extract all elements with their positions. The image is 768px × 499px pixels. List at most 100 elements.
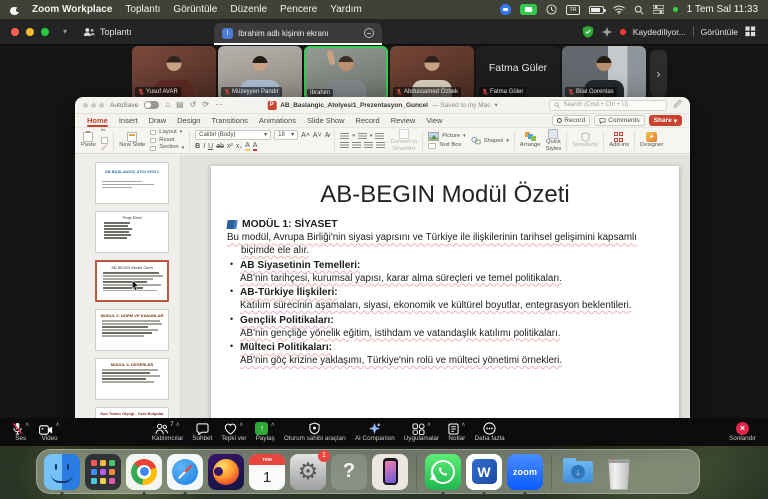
font-select[interactable]: Calibri (Body)▾ xyxy=(195,130,271,140)
ai-companion-icon[interactable] xyxy=(601,26,613,38)
camera-active-icon[interactable] xyxy=(520,4,537,15)
new-slide-button[interactable]: New Slide xyxy=(119,132,145,149)
justify-button[interactable] xyxy=(376,142,385,149)
notes-button[interactable]: ∧ Notlar xyxy=(448,422,465,442)
missing-app-dock-icon[interactable]: ? xyxy=(331,454,367,490)
saved-status[interactable]: — Saved to my Mac xyxy=(432,102,491,109)
home-icon[interactable]: ⌂ xyxy=(165,101,170,109)
autosave-toggle[interactable] xyxy=(144,101,159,109)
clear-format-button[interactable]: A̷ xyxy=(325,132,330,139)
bullet-list-button[interactable] xyxy=(340,133,349,140)
video-button[interactable]: ∧ Video xyxy=(39,422,59,442)
ppt-window-controls[interactable] xyxy=(83,103,104,108)
recording-label[interactable]: Kaydediliyor... xyxy=(633,27,686,37)
slide-thumbnail-3-selected[interactable]: 3 AB BEGIN Modül Özeti xyxy=(95,260,169,302)
current-slide[interactable]: AB-BEGIN Modül Özeti MODÜL 1: SİYASET Bu… xyxy=(211,166,679,429)
tab-draw[interactable]: Draw xyxy=(149,116,167,125)
document-title[interactable]: AB_Baslangic_Atolyesi1_Prezentasyon_Gunc… xyxy=(280,102,428,109)
share-screen-button[interactable]: ↑∧ Paylaş xyxy=(255,422,274,442)
underline-button[interactable]: U xyxy=(208,143,213,150)
clipboard-tools[interactable]: ✂🖌 xyxy=(101,129,108,152)
menu-toplanti[interactable]: Toplantı xyxy=(125,4,160,15)
comments-button[interactable]: Comments xyxy=(594,115,644,126)
chrome-dock-icon[interactable] xyxy=(126,454,162,490)
chat-button[interactable]: Sohbet xyxy=(192,422,212,442)
picture-button[interactable]: Picture▾ xyxy=(428,132,466,141)
menu-duzenle[interactable]: Düzenle xyxy=(230,4,267,15)
next-participants-arrow[interactable]: › xyxy=(650,50,667,97)
arrange-button[interactable]: Arrange xyxy=(520,132,541,149)
grow-font-button[interactable]: A˄ xyxy=(301,132,310,139)
shrink-font-button[interactable]: A˅ xyxy=(313,132,322,139)
control-center-icon[interactable] xyxy=(653,5,664,14)
bold-button[interactable]: B xyxy=(195,143,200,150)
view-grid-icon[interactable] xyxy=(745,26,756,37)
menu-pencere[interactable]: Pencere xyxy=(280,4,317,15)
participant-tile[interactable]: Müzeyyen Pandır xyxy=(218,46,302,100)
highlight-button[interactable]: A xyxy=(245,142,250,151)
participant-tile[interactable]: Bilal Gorentas xyxy=(562,46,646,100)
chevron-down-icon[interactable]: ▾ xyxy=(495,101,498,109)
align-left-button[interactable] xyxy=(340,142,349,149)
share-button[interactable]: Share▾ xyxy=(649,115,682,126)
screen-share-tab[interactable]: I Ibrahim adlı kişinin ekranı xyxy=(214,23,382,45)
tab-review[interactable]: Review xyxy=(391,116,416,125)
tab-design[interactable]: Design xyxy=(177,116,200,125)
menu-app-name[interactable]: Zoom Workplace xyxy=(32,4,112,15)
chevron-down-icon[interactable]: ▾ xyxy=(63,27,67,36)
minimize-window-button[interactable] xyxy=(26,28,34,36)
apps-button[interactable]: ∧ Uygulamalar xyxy=(404,422,439,442)
reset-button[interactable]: Reset xyxy=(150,138,184,144)
record-button[interactable]: Record xyxy=(552,115,590,126)
search-input[interactable]: Search (Cmd + Ctrl + U) xyxy=(549,100,667,111)
share-doc-icon[interactable]: 🖉 xyxy=(673,101,682,109)
align-center-button[interactable] xyxy=(352,142,361,149)
tab-home[interactable]: Home xyxy=(87,116,108,125)
slide-thumbnail-4[interactable]: 4 MODÜL 2: NORM VE KANUNLAR xyxy=(95,309,169,351)
tab-animations[interactable]: Animations xyxy=(259,116,296,125)
word-dock-icon[interactable]: W xyxy=(466,454,502,490)
downloads-dock-icon[interactable]: ↓ xyxy=(560,454,596,490)
end-meeting-button[interactable]: × Sonlandır xyxy=(729,422,756,442)
zoom-dock-icon[interactable]: zoom xyxy=(507,454,543,490)
battery-icon[interactable] xyxy=(589,6,604,14)
slide-thumbnail-1[interactable]: 1 AB BAŞLANGIÇ ATÖLYESİ 1 xyxy=(95,162,169,204)
tab-record[interactable]: Record xyxy=(356,116,380,125)
more-button[interactable]: Daha fazla xyxy=(475,422,505,442)
keyboard-layout-icon[interactable]: TR xyxy=(566,5,579,15)
textbox-button[interactable]: Text Box xyxy=(428,143,466,149)
italic-button[interactable]: I xyxy=(203,143,205,150)
subscript-button[interactable]: x₂ xyxy=(236,143,242,150)
ai-companion-button[interactable]: AI Companion xyxy=(355,422,395,442)
menu-yardim[interactable]: Yardım xyxy=(330,4,362,15)
section-button[interactable]: Section▾ xyxy=(150,145,184,151)
zoom-window-menu-label[interactable]: Toplantı xyxy=(100,27,132,37)
designer-button[interactable]: ✦Designer xyxy=(640,132,663,149)
superscript-button[interactable]: x² xyxy=(227,143,233,150)
save-icon[interactable]: ▤ xyxy=(176,101,184,109)
clock-menu-icon[interactable] xyxy=(546,4,557,15)
calendar-dock-icon[interactable]: TEM1 xyxy=(249,454,285,490)
participant-tile[interactable]: Yusuf AVAR xyxy=(132,46,216,100)
numbered-list-button[interactable] xyxy=(358,133,367,140)
zoom-menubar-icon[interactable] xyxy=(500,4,511,15)
align-right-button[interactable] xyxy=(364,142,373,149)
launchpad-dock-icon[interactable] xyxy=(85,454,121,490)
participant-tile-active-speaker[interactable]: Ibrahim xyxy=(304,46,388,100)
paste-button[interactable]: Paste xyxy=(81,132,96,149)
firefox-dock-icon[interactable] xyxy=(208,454,244,490)
participants-button[interactable]: 7 ∧ Katılımcılar xyxy=(152,422,184,442)
quick-styles-button[interactable]: QuickStyles xyxy=(545,129,561,153)
redo-icon[interactable]: ⟳ xyxy=(202,101,209,109)
sensitivity-button[interactable]: Sensitivity xyxy=(572,132,598,149)
menu-goruntule[interactable]: Görüntüle xyxy=(173,4,217,15)
host-tools-button[interactable]: Oturum sahibi araçları xyxy=(284,422,346,442)
undo-icon[interactable]: ↺ xyxy=(190,101,197,109)
reactions-button[interactable]: ∧ Tepki ver xyxy=(221,422,246,442)
wifi-icon[interactable] xyxy=(613,5,625,14)
addins-button[interactable]: Add-ins xyxy=(609,132,629,149)
more-icon[interactable]: ⋯ xyxy=(215,101,223,109)
search-icon[interactable] xyxy=(634,5,644,15)
apple-menu-icon[interactable] xyxy=(10,5,19,15)
safari-dock-icon[interactable] xyxy=(167,454,203,490)
